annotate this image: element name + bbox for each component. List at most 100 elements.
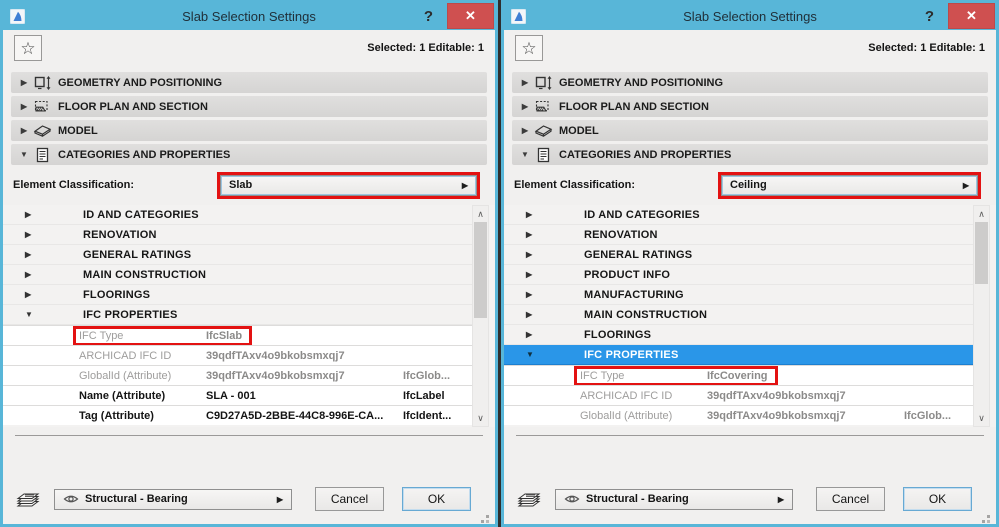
help-icon[interactable]: ?: [925, 8, 934, 25]
tree-item-floorings[interactable]: ▶ FLOORINGS: [504, 325, 973, 345]
property-row-archicad-ifc-id[interactable]: ARCHICAD IFC ID 39qdfTAxv4o9bkobsmxqj7: [504, 385, 973, 405]
property-row-ifc-type[interactable]: IFC Type IfcCovering: [504, 365, 973, 386]
tree-item-floorings[interactable]: ▶ FLOORINGS: [3, 285, 472, 305]
tree-item-label: FLOORINGS: [584, 328, 652, 341]
scrollbar-up-icon[interactable]: ∧: [974, 206, 989, 222]
scrollbar-thumb[interactable]: [474, 222, 487, 318]
title-bar[interactable]: Slab Selection Settings ? ✕: [3, 3, 495, 30]
property-label: Tag (Attribute): [79, 409, 154, 422]
list-scrollbar[interactable]: ∧ ∨: [472, 205, 489, 427]
section-model[interactable]: ▶ MODEL: [512, 120, 988, 141]
archicad-logo-icon: [511, 9, 526, 24]
layer-dropdown[interactable]: Structural - Bearing ▶: [54, 488, 292, 510]
close-button[interactable]: ✕: [948, 3, 995, 29]
property-label: ARCHICAD IFC ID: [580, 389, 673, 402]
element-classification-label: Element Classification:: [514, 179, 636, 191]
chevron-right-icon: ▶: [20, 126, 28, 135]
property-cells: Name (Attribute) SLA - 001: [73, 386, 266, 406]
scrollbar-down-icon[interactable]: ∨: [974, 410, 989, 426]
section-label: FLOOR PLAN AND SECTION: [58, 100, 208, 113]
scrollbar-down-icon[interactable]: ∨: [473, 410, 488, 426]
section-categories-and-properties[interactable]: ▼ CATEGORIES AND PROPERTIES: [11, 144, 487, 165]
section-categories-and-properties[interactable]: ▼ CATEGORIES AND PROPERTIES: [512, 144, 988, 165]
selection-status: Selected: 1 Editable: 1: [868, 42, 985, 54]
property-row-archicad-ifc-id[interactable]: ARCHICAD IFC ID 39qdfTAxv4o9bkobsmxqj7: [3, 345, 472, 365]
tree-item-label: RENOVATION: [83, 228, 157, 241]
chevron-right-icon: ▶: [20, 78, 28, 87]
classification-value: Slab: [229, 179, 253, 191]
favorites-toolbar: ☆ Selected: 1 Editable: 1: [3, 30, 495, 66]
section-geometry-and-positioning[interactable]: ▶ GEOMETRY AND POSITIONING: [11, 72, 487, 93]
chevron-right-icon: ▶: [25, 270, 32, 279]
tree-item-product-info[interactable]: ▶ PRODUCT INFO: [504, 265, 973, 285]
ok-button[interactable]: OK: [402, 487, 471, 511]
tree-item-general-ratings[interactable]: ▶ GENERAL RATINGS: [3, 245, 472, 265]
layer-value: Structural - Bearing: [586, 493, 689, 505]
tree-item-main-construction[interactable]: ▶ MAIN CONSTRUCTION: [504, 305, 973, 325]
property-label: Name (Attribute): [79, 389, 166, 402]
tree-item-manufacturing[interactable]: ▶ MANUFACTURING: [504, 285, 973, 305]
favorites-button[interactable]: ☆: [515, 35, 543, 61]
favorites-toolbar: ☆ Selected: 1 Editable: 1: [504, 30, 996, 66]
property-row-tag-attribute[interactable]: Tag (Attribute) C9D27A5D-2BBE-44C8-996E-C…: [3, 405, 472, 425]
property-label: ARCHICAD IFC ID: [79, 349, 172, 362]
layer-dropdown[interactable]: Structural - Bearing ▶: [555, 488, 793, 510]
tree-item-ifc-properties[interactable]: ▼ IFC PROPERTIES: [3, 305, 472, 325]
model-icon: [531, 123, 555, 138]
tree-item-renovation[interactable]: ▶ RENOVATION: [504, 225, 973, 245]
property-label: GlobalId (Attribute): [79, 369, 172, 382]
property-row-name-attribute[interactable]: Name (Attribute) SLA - 001 IfcLabel: [3, 385, 472, 405]
floorplan-icon: [30, 99, 54, 115]
tree-item-renovation[interactable]: ▶ RENOVATION: [3, 225, 472, 245]
element-classification-row: Element Classification: Slab ▶: [3, 168, 495, 202]
geometry-icon: [30, 75, 54, 91]
ok-button[interactable]: OK: [903, 487, 972, 511]
categories-icon: [531, 147, 555, 163]
classification-dropdown[interactable]: Slab ▶: [220, 174, 477, 196]
property-value: IfcCovering: [707, 369, 768, 382]
dropdown-arrow-icon: ▶: [461, 180, 468, 190]
cancel-button[interactable]: Cancel: [816, 487, 885, 511]
chevron-right-icon: ▶: [526, 330, 533, 339]
property-row-ifc-type[interactable]: IFC Type IfcSlab: [3, 325, 472, 346]
chevron-down-icon: ▼: [521, 150, 529, 159]
resize-grip[interactable]: [987, 515, 990, 518]
section-floor-plan-and-section[interactable]: ▶ FLOOR PLAN AND SECTION: [512, 96, 988, 117]
property-ifc-type: IfcIdent...: [403, 409, 452, 422]
tree-item-id-and-categories[interactable]: ▶ ID AND CATEGORIES: [504, 205, 973, 225]
property-cells: GlobalId (Attribute) 39qdfTAxv4o9bkobsmxq…: [73, 366, 355, 386]
annotation-box-ifc-type: IFC Type IfcSlab: [73, 325, 253, 346]
property-label: GlobalId (Attribute): [580, 409, 673, 422]
property-row-globalid-attribute[interactable]: GlobalId (Attribute) 39qdfTAxv4o9bkobsmxq…: [504, 405, 973, 425]
tree-item-ifc-properties[interactable]: ▼ IFC PROPERTIES: [504, 345, 973, 365]
window-title: Slab Selection Settings: [182, 9, 316, 24]
classification-dropdown[interactable]: Ceiling ▶: [721, 174, 978, 196]
title-bar[interactable]: Slab Selection Settings ? ✕: [504, 3, 996, 30]
tree-item-label: MAIN CONSTRUCTION: [83, 268, 207, 281]
tree-item-general-ratings[interactable]: ▶ GENERAL RATINGS: [504, 245, 973, 265]
chevron-right-icon: ▶: [521, 78, 529, 87]
close-button[interactable]: ✕: [447, 3, 494, 29]
section-label: GEOMETRY AND POSITIONING: [559, 76, 723, 89]
property-row-globalid-attribute[interactable]: GlobalId (Attribute) 39qdfTAxv4o9bkobsmxq…: [3, 365, 472, 385]
section-geometry-and-positioning[interactable]: ▶ GEOMETRY AND POSITIONING: [512, 72, 988, 93]
scrollbar-up-icon[interactable]: ∧: [473, 206, 488, 222]
dropdown-arrow-icon: ▶: [777, 494, 784, 504]
section-model[interactable]: ▶ MODEL: [11, 120, 487, 141]
properties-list: ▶ ID AND CATEGORIES ▶ RENOVATION ▶ GENERAL RA…: [3, 205, 495, 427]
list-scrollbar[interactable]: ∧ ∨: [973, 205, 990, 427]
property-value: 39qdfTAxv4o9bkobsmxqj7: [707, 389, 846, 402]
properties-rows: ▶ ID AND CATEGORIES ▶ RENOVATION ▶ GENERAL RA…: [504, 205, 973, 427]
property-ifc-type: IfcGlob...: [403, 369, 451, 382]
tree-item-main-construction[interactable]: ▶ MAIN CONSTRUCTION: [3, 265, 472, 285]
section-label: CATEGORIES AND PROPERTIES: [58, 148, 231, 161]
help-icon[interactable]: ?: [424, 8, 433, 25]
favorites-button[interactable]: ☆: [14, 35, 42, 61]
resize-grip[interactable]: [486, 515, 489, 518]
tree-item-id-and-categories[interactable]: ▶ ID AND CATEGORIES: [3, 205, 472, 225]
cancel-button[interactable]: Cancel: [315, 487, 384, 511]
section-floor-plan-and-section[interactable]: ▶ FLOOR PLAN AND SECTION: [11, 96, 487, 117]
chevron-right-icon: ▶: [521, 102, 529, 111]
classification-value: Ceiling: [730, 179, 767, 191]
scrollbar-thumb[interactable]: [975, 222, 988, 284]
